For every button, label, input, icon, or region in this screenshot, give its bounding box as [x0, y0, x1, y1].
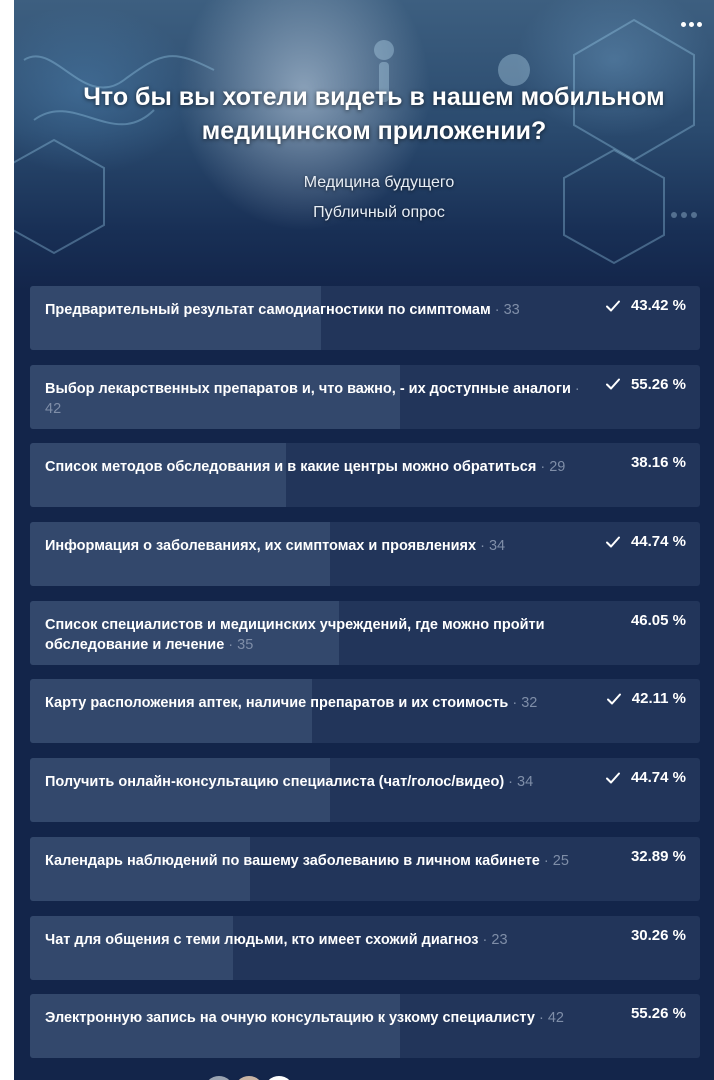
poll-option-label: Выбор лекарственных препаратов и, что ва… [45, 379, 593, 419]
poll-option-result: 30.26 % [631, 927, 686, 944]
poll-option-label: Предварительный результат самодиагностик… [45, 300, 593, 320]
checkmark-icon [605, 378, 620, 390]
poll-option-result: 38.16 % [631, 454, 686, 471]
poll-option-percent: 42.11 % [631, 690, 686, 708]
poll-option-percent: 43.42 % [630, 297, 686, 314]
checkmark-icon [605, 536, 620, 548]
poll-option[interactable]: Список специалистов и медицинских учрежд… [30, 600, 700, 665]
poll-option-result: 44.74 % [605, 533, 686, 550]
poll-option-label: Электронную запись на очную консультацию… [45, 1008, 593, 1028]
poll-option[interactable]: Предварительный результат самодиагностик… [30, 286, 700, 350]
poll-option-text: Электронную запись на очную консультацию… [45, 1010, 535, 1027]
poll-options-list: Предварительный результат самодиагностик… [30, 286, 700, 1073]
poll-option-vote-count: · 25 [539, 852, 569, 869]
poll-author-link[interactable]: Медицина будущего [14, 174, 714, 192]
poll-option-vote-count: · 29 [536, 459, 566, 476]
poll-option-text: Чат для общения с теми людьми, кто имеет… [45, 931, 479, 948]
poll-option-vote-count: · 32 [508, 695, 538, 712]
poll-option-text: Список специалистов и медицинских учрежд… [45, 616, 545, 653]
poll-option-percent: 30.26 % [630, 926, 686, 944]
poll-option-percent: 46.05 % [630, 611, 686, 629]
poll-option-vote-count: · 34 [476, 538, 506, 555]
poll-title: Что бы вы хотели видеть в нашем мобильно… [83, 83, 665, 145]
poll-option[interactable]: Электронную запись на очную консультацию… [30, 994, 700, 1059]
poll-option-label: Получить онлайн-консультацию специалиста… [45, 772, 593, 792]
poll-option-vote-count: · 23 [478, 931, 508, 948]
poll-card: Что бы вы хотели видеть в нашем мобильно… [14, 0, 714, 1080]
poll-option-result: 42.11 % [606, 690, 686, 707]
poll-option[interactable]: Чат для общения с теми людьми, кто имеет… [30, 915, 700, 980]
poll-option[interactable]: Получить онлайн-консультацию специалиста… [30, 758, 700, 823]
poll-option[interactable]: Карту расположения аптек, наличие препар… [30, 679, 700, 744]
poll-option-percent: 55.26 % [630, 1005, 686, 1023]
poll-option-text: Получить онлайн-консультацию специалиста… [45, 774, 505, 791]
poll-option[interactable]: Список методов обследования и в какие це… [30, 443, 700, 508]
poll-option[interactable]: Календарь наблюдений по вашему заболеван… [30, 836, 700, 901]
checkmark-icon [606, 693, 621, 705]
poll-option-label: Календарь наблюдений по вашему заболеван… [45, 851, 593, 871]
poll-option-label: Информация о заболеваниях, их симптомах … [45, 536, 593, 556]
poll-option-text: Предварительный результат самодиагностик… [45, 302, 491, 318]
poll-type-label: Публичный опрос [313, 204, 445, 221]
poll-option[interactable]: Информация о заболеваниях, их симптомах … [30, 522, 700, 587]
checkmark-icon [605, 772, 620, 784]
poll-option-label: Чат для общения с теми людьми, кто имеет… [45, 930, 593, 950]
voter-avatar-icon [262, 1074, 296, 1080]
checkmark-icon [605, 300, 620, 311]
poll-option-percent: 32.89 % [630, 847, 686, 865]
voter-avatar-icon [232, 1074, 266, 1080]
poll-option-vote-count: · 35 [224, 636, 254, 653]
poll-option-label: Список методов обследования и в какие це… [45, 457, 593, 477]
voter-avatar-icon [202, 1074, 236, 1080]
poll-option-percent: 38.16 % [630, 454, 686, 472]
poll-option-result: 55.26 % [605, 376, 686, 393]
poll-option-result: 43.42 % [605, 297, 686, 314]
poll-option-label: Карту расположения аптек, наличие препар… [45, 693, 593, 713]
poll-option-text: Выбор лекарственных препаратов и, что ва… [45, 380, 571, 397]
poll-option[interactable]: Выбор лекарственных препаратов и, что ва… [30, 364, 700, 429]
poll-option-vote-count: · 34 [504, 774, 534, 791]
poll-option-vote-count: · 33 [490, 302, 520, 318]
poll-option-result: 32.89 % [631, 848, 686, 865]
poll-option-text: Информация о заболеваниях, их симптомах … [45, 538, 477, 555]
poll-option-label: Список специалистов и медицинских учрежд… [45, 615, 593, 655]
poll-header: Что бы вы хотели видеть в нашем мобильно… [14, 0, 714, 290]
poll-option-result: 44.74 % [605, 769, 686, 786]
poll-option-result: 46.05 % [631, 612, 686, 629]
poll-option-percent: 55.26 % [630, 375, 686, 393]
poll-option-text: Карту расположения аптек, наличие препар… [45, 695, 509, 712]
poll-option-percent: 44.74 % [630, 769, 686, 787]
poll-option-text: Список методов обследования и в какие це… [45, 459, 537, 476]
poll-option-text: Календарь наблюдений по вашему заболеван… [45, 852, 540, 869]
poll-option-vote-count: · 42 [534, 1010, 564, 1027]
poll-option-percent: 44.74 % [630, 533, 686, 551]
poll-option-result: 55.26 % [631, 1005, 686, 1022]
more-dots-icon[interactable] [676, 14, 706, 34]
